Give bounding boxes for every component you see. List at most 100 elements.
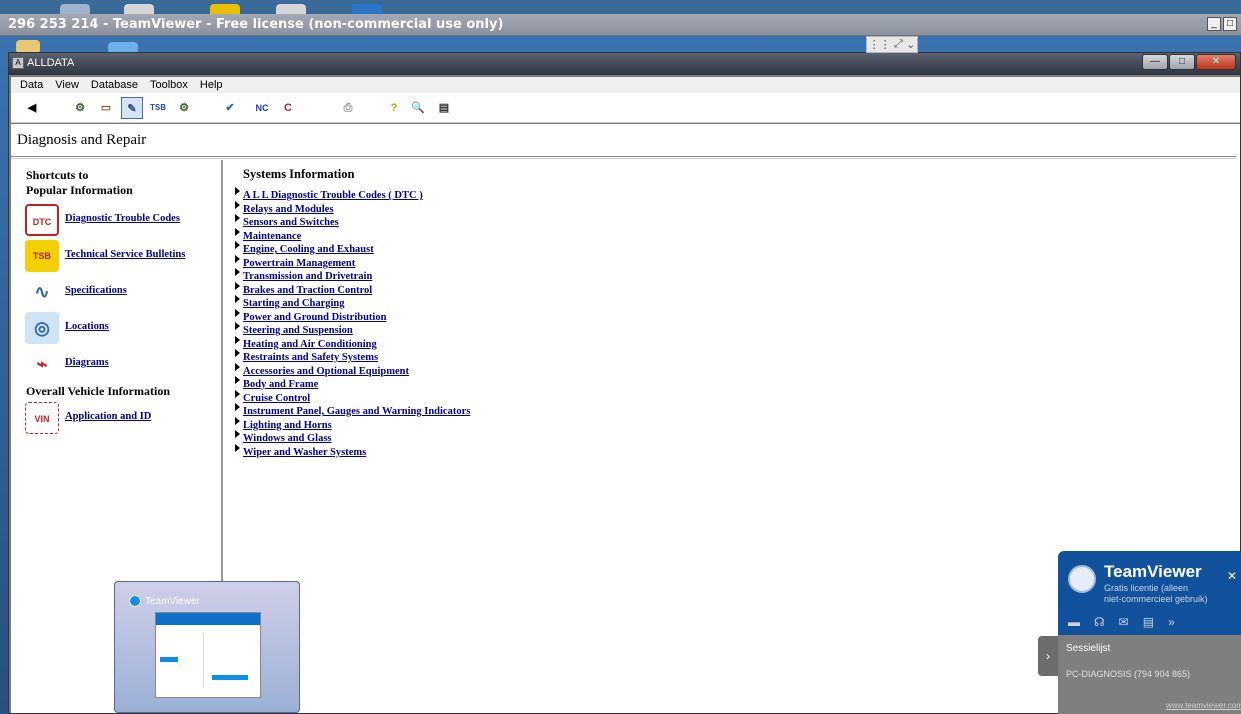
shortcut-link[interactable]: Diagrams bbox=[65, 357, 109, 368]
arrow-right-icon bbox=[235, 295, 240, 303]
video-icon[interactable]: ▬ bbox=[1068, 615, 1080, 629]
print-icon[interactable]: ⎙ bbox=[337, 97, 359, 119]
labor-icon[interactable]: ✔ bbox=[219, 97, 241, 119]
list-item[interactable]: Restraints and Safety Systems bbox=[235, 347, 470, 363]
shortcut-link[interactable]: Locations bbox=[65, 321, 109, 332]
menu-help[interactable]: Help bbox=[195, 79, 228, 91]
menu-database[interactable]: Database bbox=[86, 79, 143, 91]
shortcut-link[interactable]: Specifications bbox=[65, 285, 127, 296]
thumbnail-title: TeamViewer bbox=[145, 596, 200, 607]
session-list-area: Sessielijst PC-DIAGNOSIS (794 904 865) w… bbox=[1058, 635, 1241, 714]
menu-view[interactable]: View bbox=[50, 79, 84, 91]
shortcuts-heading-line-2: Popular Information bbox=[26, 183, 133, 197]
session-panel-toggle[interactable]: › bbox=[1038, 636, 1058, 676]
close-icon[interactable]: ✕ bbox=[1227, 569, 1237, 583]
list-item[interactable]: Cruise Control bbox=[235, 388, 470, 404]
maximize-button[interactable]: □ bbox=[1169, 54, 1195, 70]
arrow-right-icon bbox=[235, 281, 240, 290]
arrow-right-icon bbox=[235, 214, 240, 222]
headset-icon[interactable]: ☊ bbox=[1094, 615, 1105, 629]
close-button[interactable]: ✕ bbox=[1196, 54, 1236, 70]
file-icon[interactable]: ▤ bbox=[1143, 615, 1154, 629]
arrow-right-icon bbox=[235, 254, 240, 263]
teamviewer-taskbar-thumbnail[interactable]: TeamViewer bbox=[114, 581, 300, 713]
shortcut-link[interactable]: Technical Service Bulletins bbox=[65, 249, 185, 260]
menu-bar: Data View Database Toolbox Help bbox=[11, 77, 1240, 93]
remote-control-toolbar-handle[interactable]: ⋮⋮ ⤢ ⌄ bbox=[866, 36, 918, 53]
session-entry[interactable]: PC-DIAGNOSIS (794 904 865) bbox=[1066, 669, 1190, 679]
minimize-button[interactable]: — bbox=[1142, 54, 1168, 70]
list-item[interactable]: Windows and Glass bbox=[235, 428, 470, 444]
grip-icon[interactable]: ⋮⋮ bbox=[869, 38, 891, 51]
list-item[interactable]: Accessories and Optional Equipment bbox=[235, 361, 470, 377]
list-item[interactable]: Engine, Cooling and Exhaust bbox=[235, 239, 470, 255]
dtc-icon: DTC bbox=[25, 204, 59, 236]
tsb-icon[interactable]: TSB bbox=[147, 97, 169, 119]
teamviewer-session-panel: TeamViewer Gratis licentie (alleen niet-… bbox=[1058, 551, 1241, 714]
list-item[interactable]: A L L Diagnostic Trouble Codes ( DTC ) bbox=[235, 185, 470, 201]
list-item[interactable]: Brakes and Traction Control bbox=[235, 280, 470, 296]
teamviewer-title-bar: 296 253 214 - TeamViewer - Free license … bbox=[0, 14, 1241, 36]
shortcut-link[interactable]: Application and ID bbox=[65, 411, 151, 422]
settings-icon[interactable]: ⚙ bbox=[173, 97, 195, 119]
list-item[interactable]: Powertrain Management bbox=[235, 253, 470, 269]
help-icon[interactable]: ? bbox=[383, 97, 405, 119]
shortcut-application-id[interactable]: VIN Application and ID bbox=[25, 402, 221, 434]
arrow-right-icon bbox=[235, 416, 240, 425]
new-car-icon[interactable]: NC bbox=[251, 97, 273, 119]
menu-toolbox[interactable]: Toolbox bbox=[145, 79, 193, 91]
minimize-button[interactable]: _ bbox=[1207, 17, 1221, 31]
list-item[interactable]: Starting and Charging bbox=[235, 293, 470, 309]
list-item[interactable]: Body and Frame bbox=[235, 374, 470, 390]
more-icon[interactable]: » bbox=[1168, 615, 1175, 629]
list-item[interactable]: Relays and Modules bbox=[235, 199, 470, 215]
arrow-right-icon bbox=[235, 200, 240, 209]
list-item[interactable]: Maintenance bbox=[235, 226, 470, 242]
alldata-window-title: ALLDATA bbox=[27, 57, 75, 69]
wrench-icon: ∿ bbox=[25, 276, 59, 308]
license-line-1: Gratis licentie (alleen bbox=[1104, 583, 1189, 593]
alldata-app-icon: A bbox=[12, 57, 24, 69]
shortcut-tsb[interactable]: TSB Technical Service Bulletins bbox=[25, 240, 221, 272]
vehicle-icon[interactable]: ⚙ bbox=[69, 97, 91, 119]
printer-icon[interactable]: ▤ bbox=[433, 97, 455, 119]
list-item[interactable]: Wiper and Washer Systems bbox=[235, 442, 470, 458]
thumbnail-preview bbox=[155, 612, 261, 698]
vin-icon: VIN bbox=[25, 402, 59, 434]
arrow-right-icon bbox=[235, 227, 240, 236]
arrow-right-icon bbox=[235, 403, 240, 411]
arrow-right-icon bbox=[235, 349, 240, 357]
shortcut-diagrams[interactable]: ⌁ Diagrams bbox=[25, 348, 221, 380]
list-item[interactable]: Instrument Panel, Gauges and Warning Ind… bbox=[235, 401, 470, 417]
teamviewer-window-title: 296 253 214 - TeamViewer - Free license … bbox=[8, 17, 504, 32]
list-item[interactable]: Lighting and Horns bbox=[235, 415, 470, 431]
list-item[interactable]: Steering and Suspension bbox=[235, 320, 470, 336]
arrow-right-icon bbox=[235, 443, 240, 452]
shortcut-link[interactable]: Diagnostic Trouble Codes bbox=[65, 213, 180, 224]
arrow-right-icon bbox=[235, 187, 240, 195]
car-icon[interactable]: C bbox=[277, 97, 299, 119]
back-icon[interactable]: ◀ bbox=[21, 97, 43, 119]
search-icon[interactable]: 🔍 bbox=[407, 97, 429, 119]
list-item[interactable]: Sensors and Switches bbox=[235, 212, 470, 228]
shortcut-dtc[interactable]: DTC Diagnostic Trouble Codes bbox=[25, 204, 221, 236]
fullscreen-icon[interactable]: ⤢ bbox=[894, 38, 903, 51]
maximize-button[interactable]: □ bbox=[1223, 17, 1237, 31]
chat-icon[interactable]: ✉ bbox=[1119, 615, 1129, 629]
arrow-right-icon bbox=[235, 335, 240, 344]
panel-app-name: TeamViewer bbox=[1104, 562, 1202, 581]
system-link[interactable]: Wiper and Washer Systems bbox=[243, 447, 366, 458]
repair-icon[interactable]: ✎ bbox=[121, 97, 143, 119]
folder-icon[interactable]: ▭ bbox=[95, 97, 117, 119]
list-item[interactable]: Transmission and Drivetrain bbox=[235, 266, 470, 282]
list-item[interactable]: Heating and Air Conditioning bbox=[235, 334, 470, 350]
menu-data[interactable]: Data bbox=[15, 79, 48, 91]
shortcut-specifications[interactable]: ∿ Specifications bbox=[25, 276, 221, 308]
shortcuts-heading-line-1: Shortcuts to bbox=[26, 168, 89, 182]
systems-heading: Systems Information bbox=[243, 167, 355, 181]
shortcut-locations[interactable]: ◎ Locations bbox=[25, 312, 221, 344]
systems-list: A L L Diagnostic Trouble Codes ( DTC ) R… bbox=[235, 185, 470, 458]
teamviewer-link[interactable]: www.teamviewer.com bbox=[1166, 701, 1241, 710]
list-item[interactable]: Power and Ground Distribution bbox=[235, 307, 470, 323]
chevron-down-icon[interactable]: ⌄ bbox=[906, 38, 915, 51]
